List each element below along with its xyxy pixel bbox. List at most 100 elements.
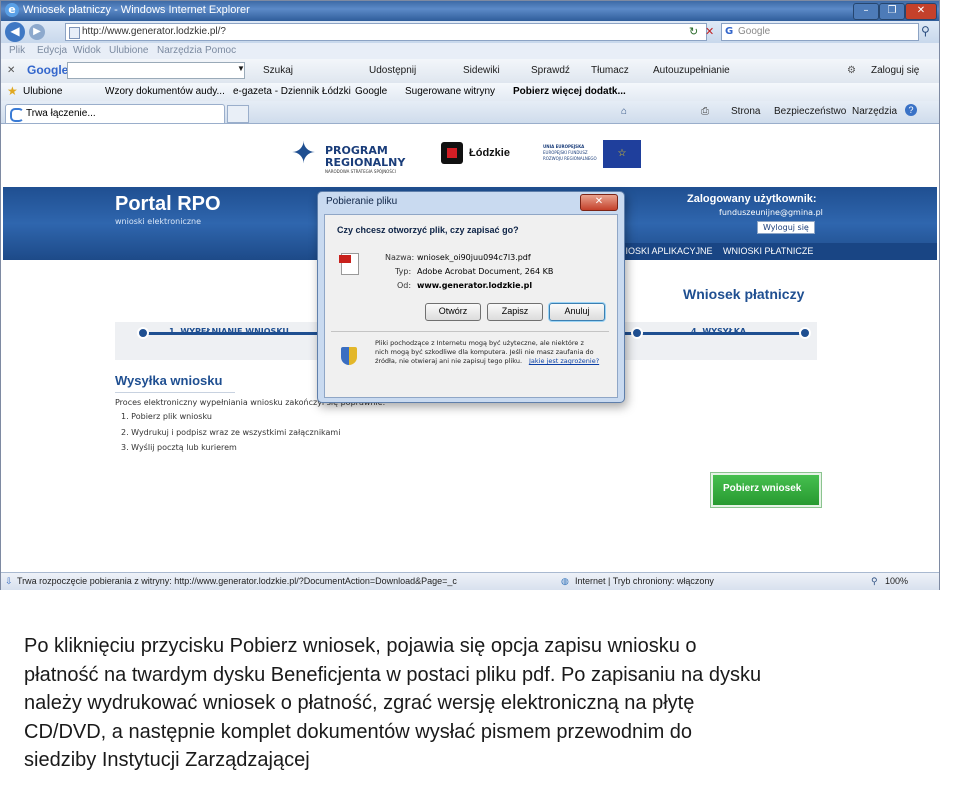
from-value: www.generator.lodzkie.pl [417,281,533,290]
open-button[interactable]: Otwórz [425,303,481,321]
from-label: Od: [397,281,412,290]
caption-line-5: siedziby Instytucji Zarządzającej [24,749,310,772]
fav-item-3[interactable]: Google [355,86,387,97]
menu-item-favorites[interactable]: Ulubione [109,45,148,56]
menu-item-file[interactable]: Plik [9,45,25,56]
download-button-label: Pobierz wniosek [723,483,802,494]
google-toolbar: ✕ Google ▼ Szukaj Udostępnij Sidewiki Sp… [1,59,939,84]
logout-button[interactable]: Wyloguj się [757,221,815,234]
back-button[interactable]: ◀ [5,22,25,42]
tab-current[interactable]: Trwa łączenie... [5,104,225,123]
refresh-icon[interactable]: ↻ [689,25,698,38]
title-bar: e Wniosek płatniczy - Windows Internet E… [1,1,939,21]
logo-eu-1: UNIA EUROPEJSKA [543,144,585,149]
maximize-button[interactable]: ❐ [879,3,905,20]
menu-item-help[interactable]: Pomoc [205,45,236,56]
toolbar-check-button[interactable]: Sprawdź [531,65,570,76]
dialog-title: Pobieranie pliku [326,196,398,207]
fav-item-1[interactable]: Wzory dokumentów audy... [105,86,225,97]
browser-window: e Wniosek płatniczy - Windows Internet E… [0,0,940,590]
logo-program-2: REGIONALNY [325,156,406,169]
name-value: wniosek_oi90juu094c7l3.pdf [417,253,531,262]
url-input[interactable]: http://www.generator.lodzkie.pl/? [65,23,707,41]
search-box[interactable]: G Google [721,23,919,41]
page-heading: Wniosek płatniczy [683,286,805,302]
print-icon[interactable]: ⎙ [701,106,709,117]
page-icon [69,27,80,39]
caption-line-2: płatność na twardym dysku Beneficjenta w… [24,663,762,686]
favorites-star-icon: ★ [7,84,18,98]
toolbar-autofill-button[interactable]: Autouzupełnianie [653,65,730,76]
name-label: Nazwa: [385,253,415,262]
step-dot-1 [137,327,149,339]
nav-strip: NIOSKI APLIKACYJNE WNIOSKI PŁATNICZE [615,243,937,260]
step-dot-4 [799,327,811,339]
nav-applications[interactable]: NIOSKI APLIKACYJNE [619,246,713,256]
type-label: Typ: [395,267,412,276]
close-toolbar-icon[interactable]: ✕ [7,65,15,76]
wrench-icon[interactable]: ⚙ [847,65,856,76]
toolbar-signin-button[interactable]: Zaloguj się [871,65,919,76]
step-4-label: 4. WYSYŁKA [691,327,747,336]
forward-button[interactable]: ▶ [29,24,45,40]
fav-item-5[interactable]: Pobierz więcej dodatk... [513,86,626,97]
save-button[interactable]: Zapisz [487,303,543,321]
tab-bar: Trwa łączenie... ⌂ ⎙ Strona Bezpieczeńst… [1,101,939,124]
globe-icon: ◍ [561,576,569,586]
step-dot-2 [631,327,643,339]
dialog-divider [331,331,609,332]
fav-item-2[interactable]: e-gazeta - Dziennik Łódzki [233,86,351,97]
menu-item-tools[interactable]: Narzędzia [157,45,202,56]
user-label: Zalogowany użytkownik: [687,193,817,205]
download-button[interactable]: Pobierz wniosek [711,473,821,507]
logo-lodzkie: Łódzkie [469,147,510,159]
stop-icon[interactable]: ✕ [705,25,714,38]
user-email: funduszeunijne@gmina.pl [719,208,823,217]
loading-icon [10,108,24,122]
home-icon[interactable]: ⌂ [621,106,627,117]
menu-item-edit[interactable]: Edycja [37,45,67,56]
portal-subtitle: wnioski elektroniczne [115,217,202,226]
toolbar-share-button[interactable]: Udostępnij [369,65,416,76]
step-list-item-2: 2. Wydrukuj i podpisz wraz ze wszystkimi… [121,428,341,437]
cancel-button[interactable]: Anuluj [549,303,605,321]
toolbar-search-button[interactable]: Szukaj [263,65,293,76]
dialog-close-button[interactable]: ✕ [580,194,618,211]
portal-title: Portal RPO [115,193,221,215]
new-tab-button[interactable] [227,105,249,123]
cmd-tools[interactable]: Narzędzia [852,106,897,117]
search-icon[interactable]: ⚲ [921,24,930,38]
nav-payments[interactable]: WNIOSKI PŁATNICZE [723,246,813,256]
toolbar-sidewiki-button[interactable]: Sidewiki [463,65,500,76]
section-title: Wysyłka wniosku [115,373,223,388]
search-dropdown-icon[interactable]: ▼ [237,64,245,73]
star-logo-icon: ✦ [291,136,317,171]
cmd-page[interactable]: Strona [731,106,760,117]
section-underline [115,392,235,393]
zoom-level[interactable]: 100% [885,576,908,586]
minimize-button[interactable]: – [853,3,879,20]
type-value: Adobe Acrobat Document, 264 KB [417,267,554,276]
close-button[interactable]: ✕ [905,3,937,20]
caption-line-3: należy wydrukować wniosek o płatność, zg… [24,692,695,715]
eu-flag-icon: ☆ [603,140,641,168]
cmd-security[interactable]: Bezpieczeństwo [774,106,846,117]
zoom-icon[interactable]: ⚲ [871,576,878,587]
menu-item-view[interactable]: Widok [73,45,101,56]
toolbar-translate-button[interactable]: Tłumacz [591,65,629,76]
risk-link[interactable]: Jakie jest zagrożenie? [529,357,599,365]
step-1-label: 1. WYPEŁNIANIE WNIOSKU [169,327,289,336]
shield-icon [341,347,357,365]
menu-bar: Plik Edycja Widok Ulubione Narzędzia Pom… [1,43,939,59]
warning-line-1: Pliki pochodzące z Internetu mogą być uż… [375,339,584,347]
pdf-badge-icon [339,255,351,263]
google-search-input[interactable] [67,62,245,79]
favorites-button[interactable]: Ulubione [23,86,62,97]
lodzkie-logo: Łódzkie [441,142,521,172]
step-list-item-3: 3. Wyślij pocztą lub kurierem [121,443,237,452]
warning-line-2: nich mogą być szkodliwe dla komputera. J… [375,348,594,356]
help-icon[interactable]: ? [905,104,917,116]
tab-label: Trwa łączenie... [26,108,96,119]
eu-logo: UNIA EUROPEJSKA EUROPEJSKI FUNDUSZ ROZWO… [543,140,643,170]
fav-item-4[interactable]: Sugerowane witryny [405,86,495,97]
